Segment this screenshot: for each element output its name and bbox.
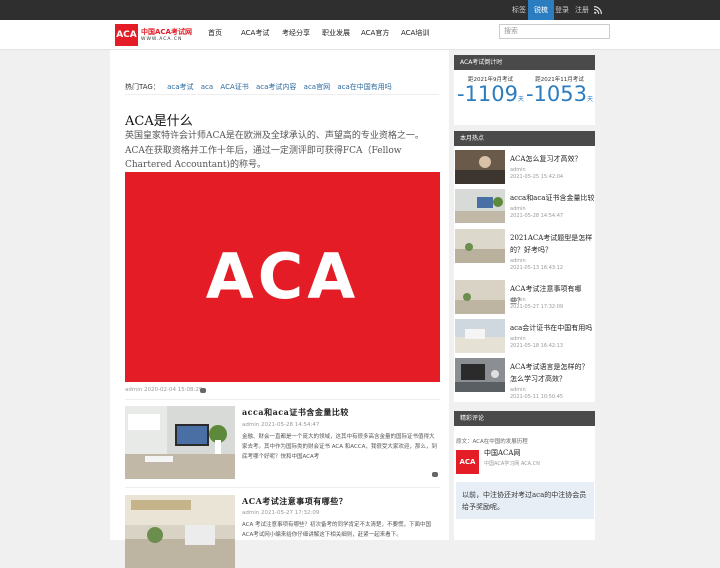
hot-item-title[interactable]: ACA考试语言是怎样的？怎么学习才高效？ [510,361,595,385]
countdown-number: -1109 [456,82,518,106]
hot-thumbnail[interactable] [455,229,505,263]
comment-icon[interactable] [432,472,438,477]
nav-career[interactable]: 职业发展 [322,20,350,50]
hot-item[interactable]: 2021ACA考试题型是怎样的？好考吗？ admin 2021-05-13 16… [454,229,595,273]
photo [455,319,505,353]
countdown-item: 距2021年11月考试 -1053天 [525,75,594,105]
hot-item-author: admin [510,258,526,264]
comments-title: 精彩评论 [454,411,595,426]
hot-title: 本月热点 [454,131,595,146]
post-meta: admin 2021-05-27 17:32:09 [242,510,320,516]
photo [455,189,505,223]
hot-item-title[interactable]: 2021ACA考试题型是怎样的？好考吗？ [510,232,595,256]
hot-thumbnail[interactable] [455,280,505,314]
nav-aca-training[interactable]: ACA培训 [401,20,429,50]
comment-author[interactable]: 中国ACA网 [484,448,520,458]
article-title[interactable]: ACA是什么 [125,110,193,129]
photo [455,280,505,314]
hot-item-author: admin [510,336,526,342]
countdown-widget: ACA考试倒计时 距2021年9月考试 -1109天 距2021年11月考试 -… [454,55,595,125]
post-meta: admin 2021-05-28 14:54:47 [242,422,320,428]
logo-en-text: WWW.ACA.CN [141,37,183,42]
tag-link[interactable]: aca官网 [304,83,330,91]
site-logo[interactable]: ACA 中国ACA考试网 WWW.ACA.CN [115,24,192,46]
photo [455,358,505,392]
photo [455,229,505,263]
comment-avatar: ACA [456,450,479,474]
comment-icon[interactable] [200,388,206,393]
countdown-item: 距2021年9月考试 -1109天 [456,75,525,105]
site-header: ACA 中国ACA考试网 WWW.ACA.CN 首页 ACA考试 考经分享 职业… [0,20,720,50]
rss-icon[interactable] [594,6,602,14]
nav-experience[interactable]: 考经分享 [282,20,310,50]
comments-widget: 精彩评论 原文：ACA在中国的发展历程 ACA 中国ACA网 中国ACA学习网 … [454,411,595,540]
tags-link[interactable]: 标签 [512,0,526,20]
hot-item-title[interactable]: ACA怎么复习才高效？ [510,153,595,165]
hot-item-author: admin [510,206,526,212]
nav-home[interactable]: 首页 [208,20,222,50]
comment-body: 以前，中注协还对考过aca的中注协会员给予奖励呢。 [456,482,594,519]
office-photo [125,495,235,568]
hot-tags: 热门TAG： aca考试 aca ACA证书 aca考试内容 aca官网 aca… [125,80,439,95]
hot-tags-label: 热门TAG： [125,83,160,91]
main-content: 热门TAG： aca考试 aca ACA证书 aca考试内容 aca官网 aca… [110,50,449,568]
office-photo [125,406,235,479]
search-input[interactable]: 搜索 [499,24,610,39]
register-link[interactable]: 注册 [575,0,589,20]
hot-item-author: admin [510,167,526,173]
nav-aca-exam[interactable]: ACA考试 [241,20,269,50]
tag-link[interactable]: aca在中国有用吗 [337,83,391,91]
logo-mark: ACA [115,24,138,46]
hot-widget: 本月热点 ACA怎么复习才高效？ admin 2021-05-25 15:42:… [454,131,595,402]
post-thumbnail[interactable] [125,495,235,568]
hot-item[interactable]: ACA考试注意事项有哪些？ admin 2021-05-27 17:32:09 [454,280,595,317]
hot-thumbnail[interactable] [455,150,505,184]
hot-item[interactable]: ACA怎么复习才高效？ admin 2021-05-25 15:42:04 [454,150,595,187]
hot-item-date: 2021-05-25 15:42:04 [510,174,564,180]
hot-item[interactable]: ACA考试语言是怎样的？怎么学习才高效？ admin 2021-05-11 10… [454,358,595,402]
hot-item-title[interactable]: aca会计证书在中国有用吗 [510,322,595,334]
hot-item-author: admin [510,297,526,303]
post-excerpt: 金融、财会一直都是一个庞大的领域，这其中有很多高含金量的国际证书值得大家去考。其… [242,434,437,460]
tag-link[interactable]: aca考试内容 [256,83,296,91]
top-bar: 标签 锐梳 登录 注册 [0,0,720,20]
countdown-number: -1053 [525,82,587,106]
divider [125,487,440,488]
hot-item[interactable]: acca和aca证书含金量比较 admin 2021-05-28 14:54:4… [454,189,595,226]
hot-item[interactable]: aca会计证书在中国有用吗 admin 2021-05-18 16:42:13 [454,319,595,356]
hot-thumbnail[interactable] [455,358,505,392]
hot-item-date: 2021-05-27 17:32:09 [510,304,564,310]
comment-source[interactable]: 原文：ACA在中国的发展历程 [456,437,528,445]
post-title[interactable]: acca和aca证书含金量比较 [242,407,349,418]
hot-thumbnail[interactable] [455,319,505,353]
hero-aca-text: ACA [205,240,360,313]
photo [455,150,505,184]
divider [125,399,440,400]
post-title[interactable]: ACA考试注意事项有哪些？ [242,496,347,507]
article-meta: admin 2020-02-04 15:08:29 [125,387,203,393]
hot-item-date: 2021-05-13 16:43:12 [510,265,564,271]
post-thumbnail[interactable] [125,406,235,479]
tag-link[interactable]: aca考试 [167,83,193,91]
tag-link[interactable]: ACA证书 [220,83,248,91]
countdown-unit: 天 [587,96,594,103]
theme-link[interactable]: 锐梳 [528,0,554,20]
comment-author-sub: 中国ACA学习网 ACA.CN [484,461,540,467]
hot-item-title[interactable]: acca和aca证书含金量比较 [510,192,595,204]
logo-cn-text: 中国ACA考试网 [141,28,192,36]
login-link[interactable]: 登录 [555,0,569,20]
tag-link[interactable]: aca [201,83,213,91]
hot-item-date: 2021-05-11 10:50:45 [510,394,564,400]
countdown-unit: 天 [518,96,525,103]
post-excerpt: ACA 考试注意事项有哪些？初次备考的同学肯定不太清楚，不要慌，下面中国ACA考… [242,522,432,538]
countdown-title: ACA考试倒计时 [454,55,595,70]
hot-thumbnail[interactable] [455,189,505,223]
hot-item-date: 2021-05-28 14:54:47 [510,213,564,219]
hot-item-author: admin [510,387,526,393]
hot-item-date: 2021-05-18 16:42:13 [510,343,564,349]
article-intro: 英国皇家特许会计师ACA是在欧洲及全球承认的、声望高的专业资格之一。ACA在获取… [125,131,424,170]
article-hero-image[interactable]: ACA [125,172,440,382]
nav-aca-official[interactable]: ACA官方 [361,20,389,50]
